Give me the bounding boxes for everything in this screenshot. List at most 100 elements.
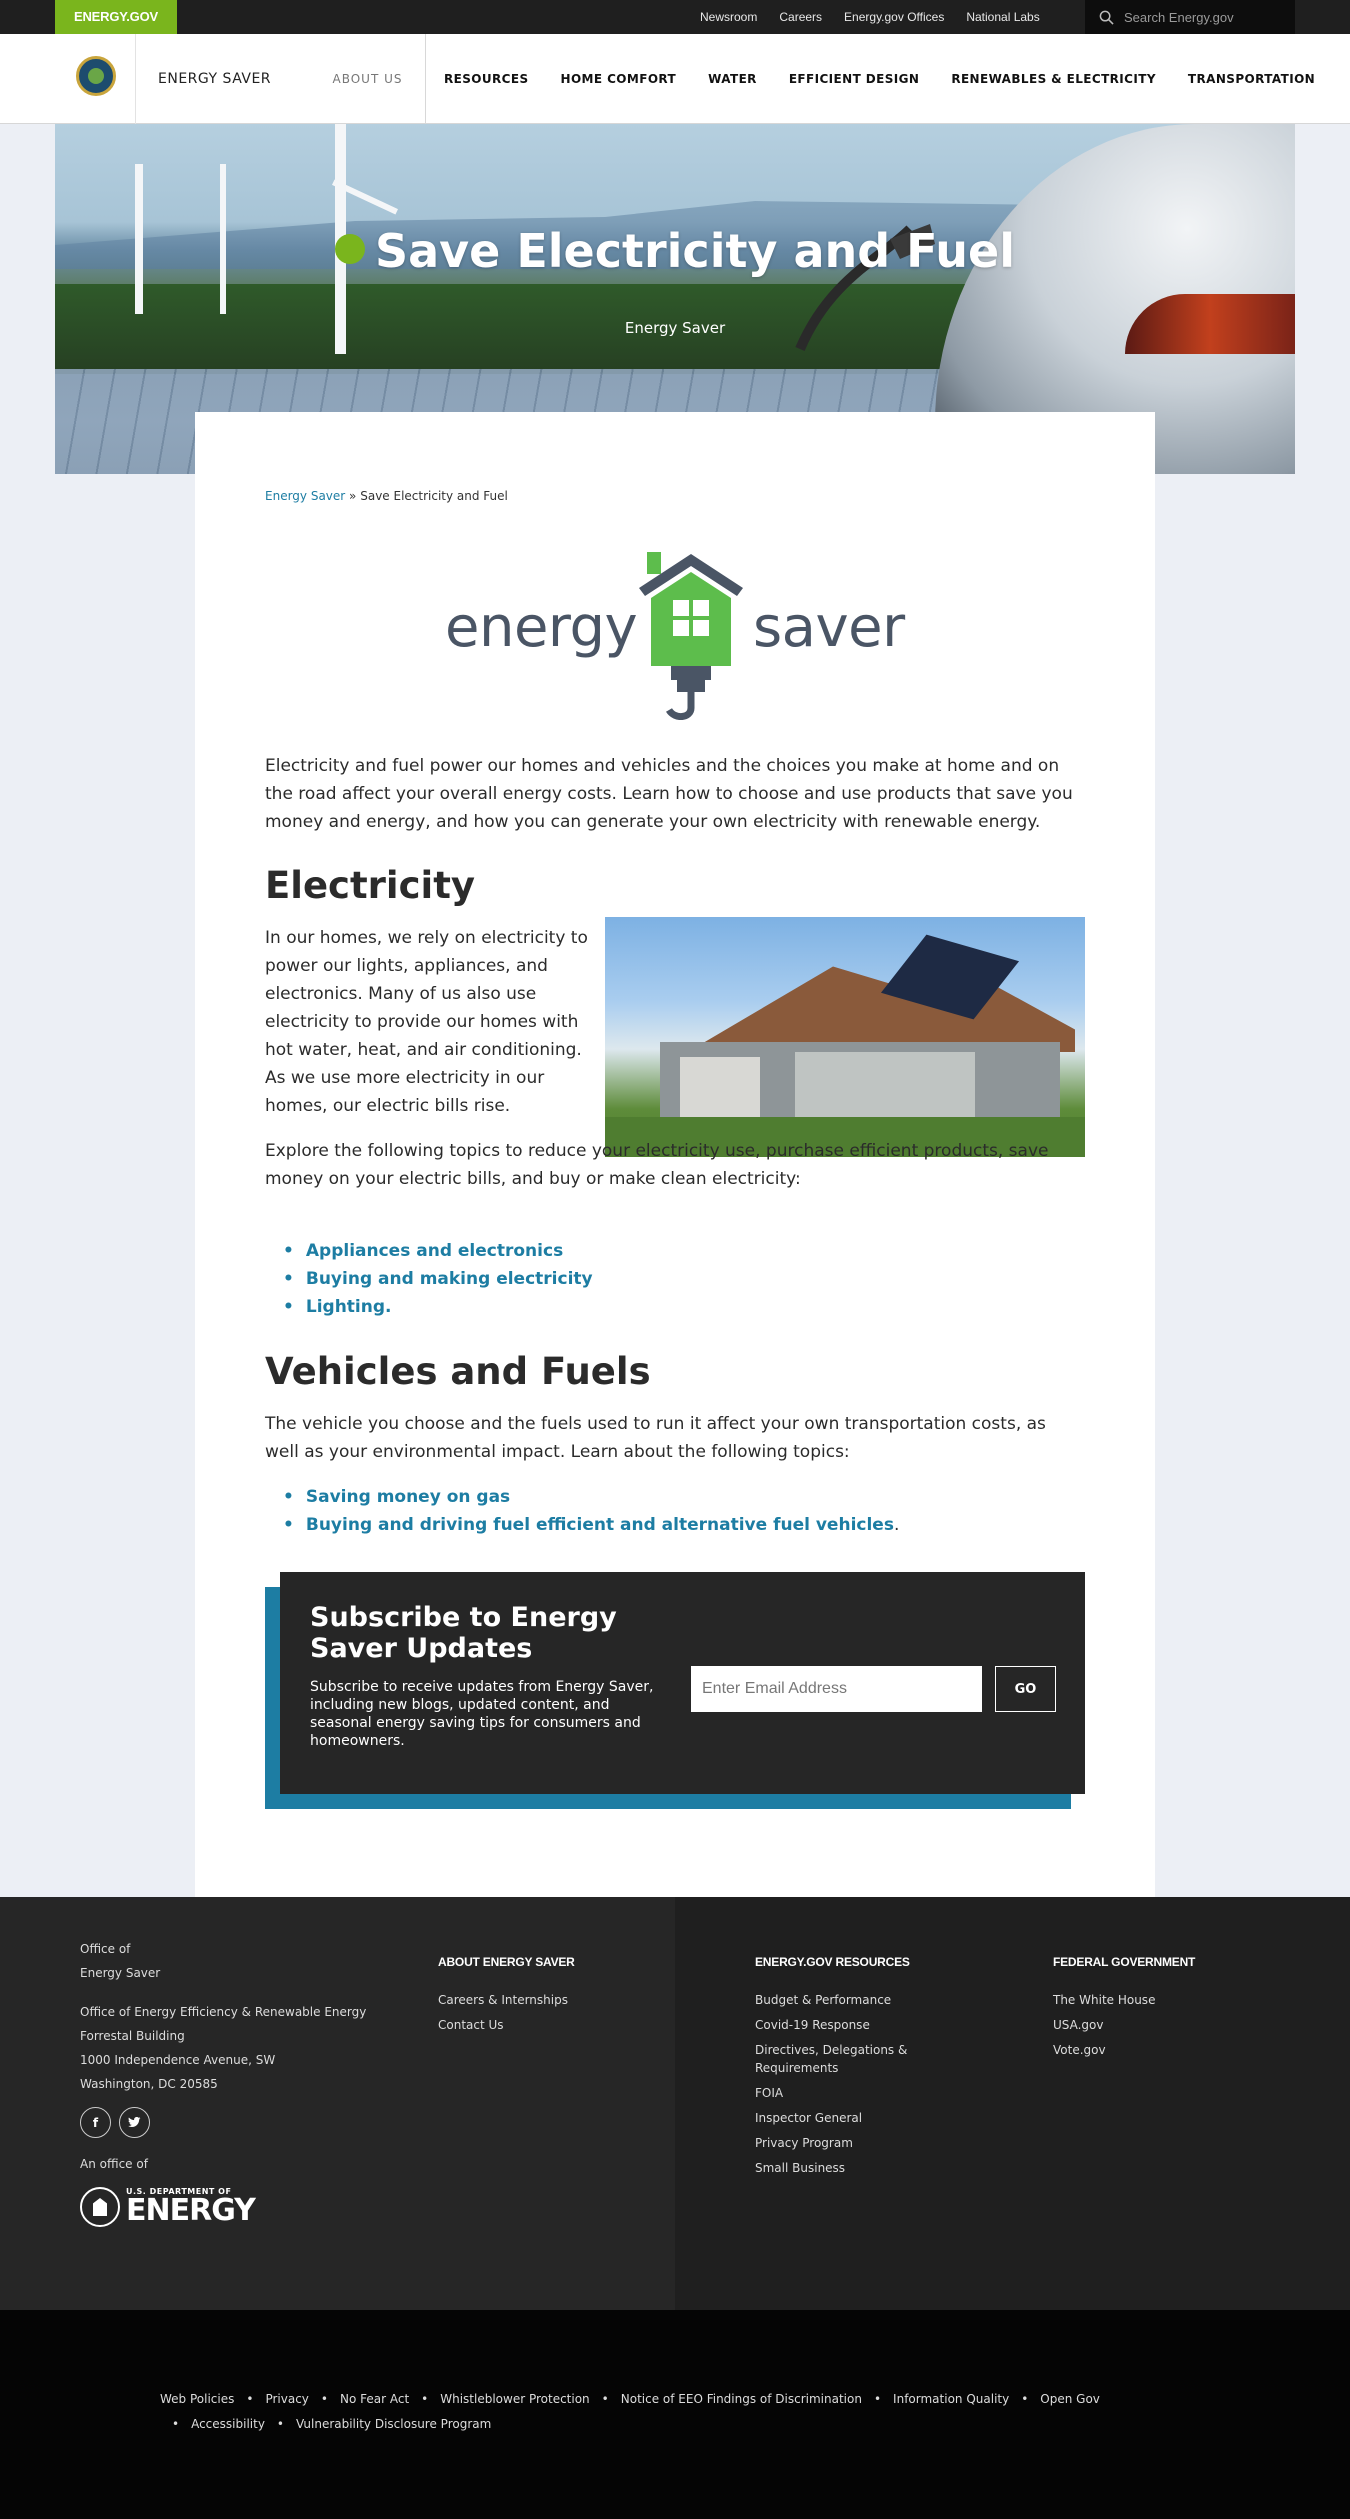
doe-seal-icon[interactable] [76,56,116,96]
footer-col-heading: ABOUT ENERGY SAVER [438,1955,575,1969]
careers-link[interactable]: Careers [779,10,822,24]
covid-link[interactable]: Covid-19 Response [755,2016,955,2034]
separator-dot: • [421,2392,429,2406]
directives-link[interactable]: Directives, Delegations & Requirements [755,2041,955,2077]
utility-bar: ENERGY.GOV Newsroom Careers Energy.gov O… [0,0,1350,34]
buying-electricity-link[interactable]: Buying and making electricity [306,1269,593,1289]
whistleblower-link[interactable]: Whistleblower Protection [440,2389,589,2410]
utility-links: Newsroom Careers Energy.gov Offices Nati… [700,0,1040,34]
footer-col-heading: ENERGY.GOV RESOURCES [755,1955,910,1969]
electricity-paragraph: In our homes, we rely on electricity to … [265,928,588,1116]
efficient-vehicles-link[interactable]: Buying and driving fuel efficient and al… [306,1515,894,1535]
separator-dot: • [601,2392,609,2406]
small-business-link[interactable]: Small Business [755,2159,955,2177]
usa-gov-link[interactable]: USA.gov [1053,2016,1195,2034]
inspector-general-link[interactable]: Inspector General [755,2109,955,2127]
address-line: Forrestal Building [80,2029,185,2043]
open-gov-link[interactable]: Open Gov [1040,2389,1100,2410]
legal-footer: Web Policies • Privacy • No Fear Act • Whis… [0,2310,1350,2519]
office-line-2: Energy Saver [80,1966,161,1980]
house-porch [795,1052,975,1122]
electricity-heading: Electricity [265,864,476,907]
privacy-link[interactable]: Privacy [265,2389,308,2410]
list-item: Lighting. [283,1293,593,1321]
breadcrumb-separator: » [349,489,357,503]
list-item: Buying and driving fuel efficient and al… [283,1511,899,1539]
vote-gov-link[interactable]: Vote.gov [1053,2041,1195,2059]
search-icon[interactable] [1099,10,1114,25]
search-input[interactable] [1124,9,1274,25]
eeo-findings-link[interactable]: Notice of EEO Findings of Discrimination [621,2389,862,2410]
an-office-of-label: An office of [80,2157,148,2171]
budget-link[interactable]: Budget & Performance [755,1991,955,2009]
doe-emblem-icon [80,2187,120,2227]
about-us-link[interactable]: ABOUT US [310,34,426,124]
email-field[interactable] [691,1666,982,1712]
offices-link[interactable]: Energy.gov Offices [844,10,944,24]
list-tail: . [893,1515,900,1535]
footer-col-heading: FEDERAL GOVERNMENT [1053,1955,1196,1969]
electricity-topic-list: Appliances and electronics Buying and ma… [283,1237,593,1321]
white-house-link[interactable]: The White House [1053,1991,1195,2009]
no-fear-act-link[interactable]: No Fear Act [340,2389,409,2410]
address-line: Office of Energy Efficiency & Renewable … [80,2005,367,2019]
facebook-icon[interactable]: f [80,2107,111,2138]
accessibility-link[interactable]: Accessibility [191,2414,265,2435]
list-item: Appliances and electronics [283,1237,593,1265]
vulnerability-disclosure-link[interactable]: Vulnerability Disclosure Program [296,2414,491,2435]
separator-dot: • [320,2392,328,2406]
house-plug-icon [639,552,743,720]
information-quality-link[interactable]: Information Quality [893,2389,1009,2410]
site-search [1085,0,1295,34]
vehicles-paragraph: The vehicle you choose and the fuels use… [265,1414,1046,1462]
list-item: Buying and making electricity [283,1265,593,1293]
breadcrumb-home-link[interactable]: Energy Saver [265,489,345,503]
social-links: f [80,2107,150,2138]
separator-dot: • [172,2417,180,2431]
subscribe-description: Subscribe to receive updates from Energy… [310,1679,654,1749]
breadcrumb-current: Save Electricity and Fuel [360,489,508,503]
vehicles-heading: Vehicles and Fuels [265,1350,651,1393]
electricity-topics-paragraph: Explore the following topics to reduce y… [265,1141,1049,1189]
vehicles-topic-list: Saving money on gas Buying and driving f… [283,1483,899,1539]
nav-item-efficient-design[interactable]: EFFICIENT DESIGN [789,72,920,86]
nav-item-transportation[interactable]: TRANSPORTATION [1188,72,1315,86]
nav-menu: RESOURCES HOME COMFORT WATER EFFICIENT D… [444,34,1315,124]
nav-item-home-comfort[interactable]: HOME COMFORT [561,72,677,86]
newsroom-link[interactable]: Newsroom [700,10,757,24]
national-labs-link[interactable]: National Labs [966,10,1039,24]
web-policies-link[interactable]: Web Policies [160,2389,234,2410]
doe-logo-link[interactable]: U.S. DEPARTMENT OF ENERGY [80,2187,256,2228]
appliances-link[interactable]: Appliances and electronics [306,1241,563,1261]
doe-wordmark-big: ENERGY [126,2193,256,2228]
energy-gov-home-link[interactable]: ENERGY.GOV [55,0,177,34]
logo-word-energy: energy [445,595,638,660]
address-line: Washington, DC 20585 [80,2077,218,2091]
foia-link[interactable]: FOIA [755,2084,955,2102]
office-line-1: Office of [80,1942,131,1956]
subscribe-go-button[interactable]: GO [995,1666,1056,1712]
footer-office-name: Office of Energy Saver [80,1937,160,1985]
nav-item-renewables[interactable]: RENEWABLES & ELECTRICITY [951,72,1156,86]
hero-title-text: Save Electricity and Fuel [374,224,1016,278]
energy-saver-logo: energy saver [445,550,905,720]
footer-col-federal: FEDERAL GOVERNMENT The White House USA.g… [1053,1955,1195,2066]
separator-dot: • [1021,2392,1029,2406]
saving-gas-link[interactable]: Saving money on gas [306,1487,510,1507]
privacy-program-link[interactable]: Privacy Program [755,2134,955,2152]
contact-us-link[interactable]: Contact Us [438,2016,575,2034]
hero-title: Save Electricity and Fuel [55,224,1295,278]
list-item: Saving money on gas [283,1483,899,1511]
logo-word-saver: saver [753,595,905,660]
lighting-link[interactable]: Lighting [306,1297,385,1317]
nav-item-resources[interactable]: RESOURCES [444,72,529,86]
list-tail: . [385,1297,392,1317]
site-name-link[interactable]: ENERGY SAVER [135,34,271,124]
separator-dot: • [873,2392,882,2406]
doe-wordmark: U.S. DEPARTMENT OF ENERGY [126,2188,256,2228]
careers-internships-link[interactable]: Careers & Internships [438,1991,575,2009]
twitter-icon[interactable] [119,2107,150,2138]
subscribe-box: Subscribe to Energy Saver Updates Subscr… [280,1572,1085,1794]
nav-item-water[interactable]: WATER [708,72,757,86]
hero-subtitle: Energy Saver [624,319,726,337]
